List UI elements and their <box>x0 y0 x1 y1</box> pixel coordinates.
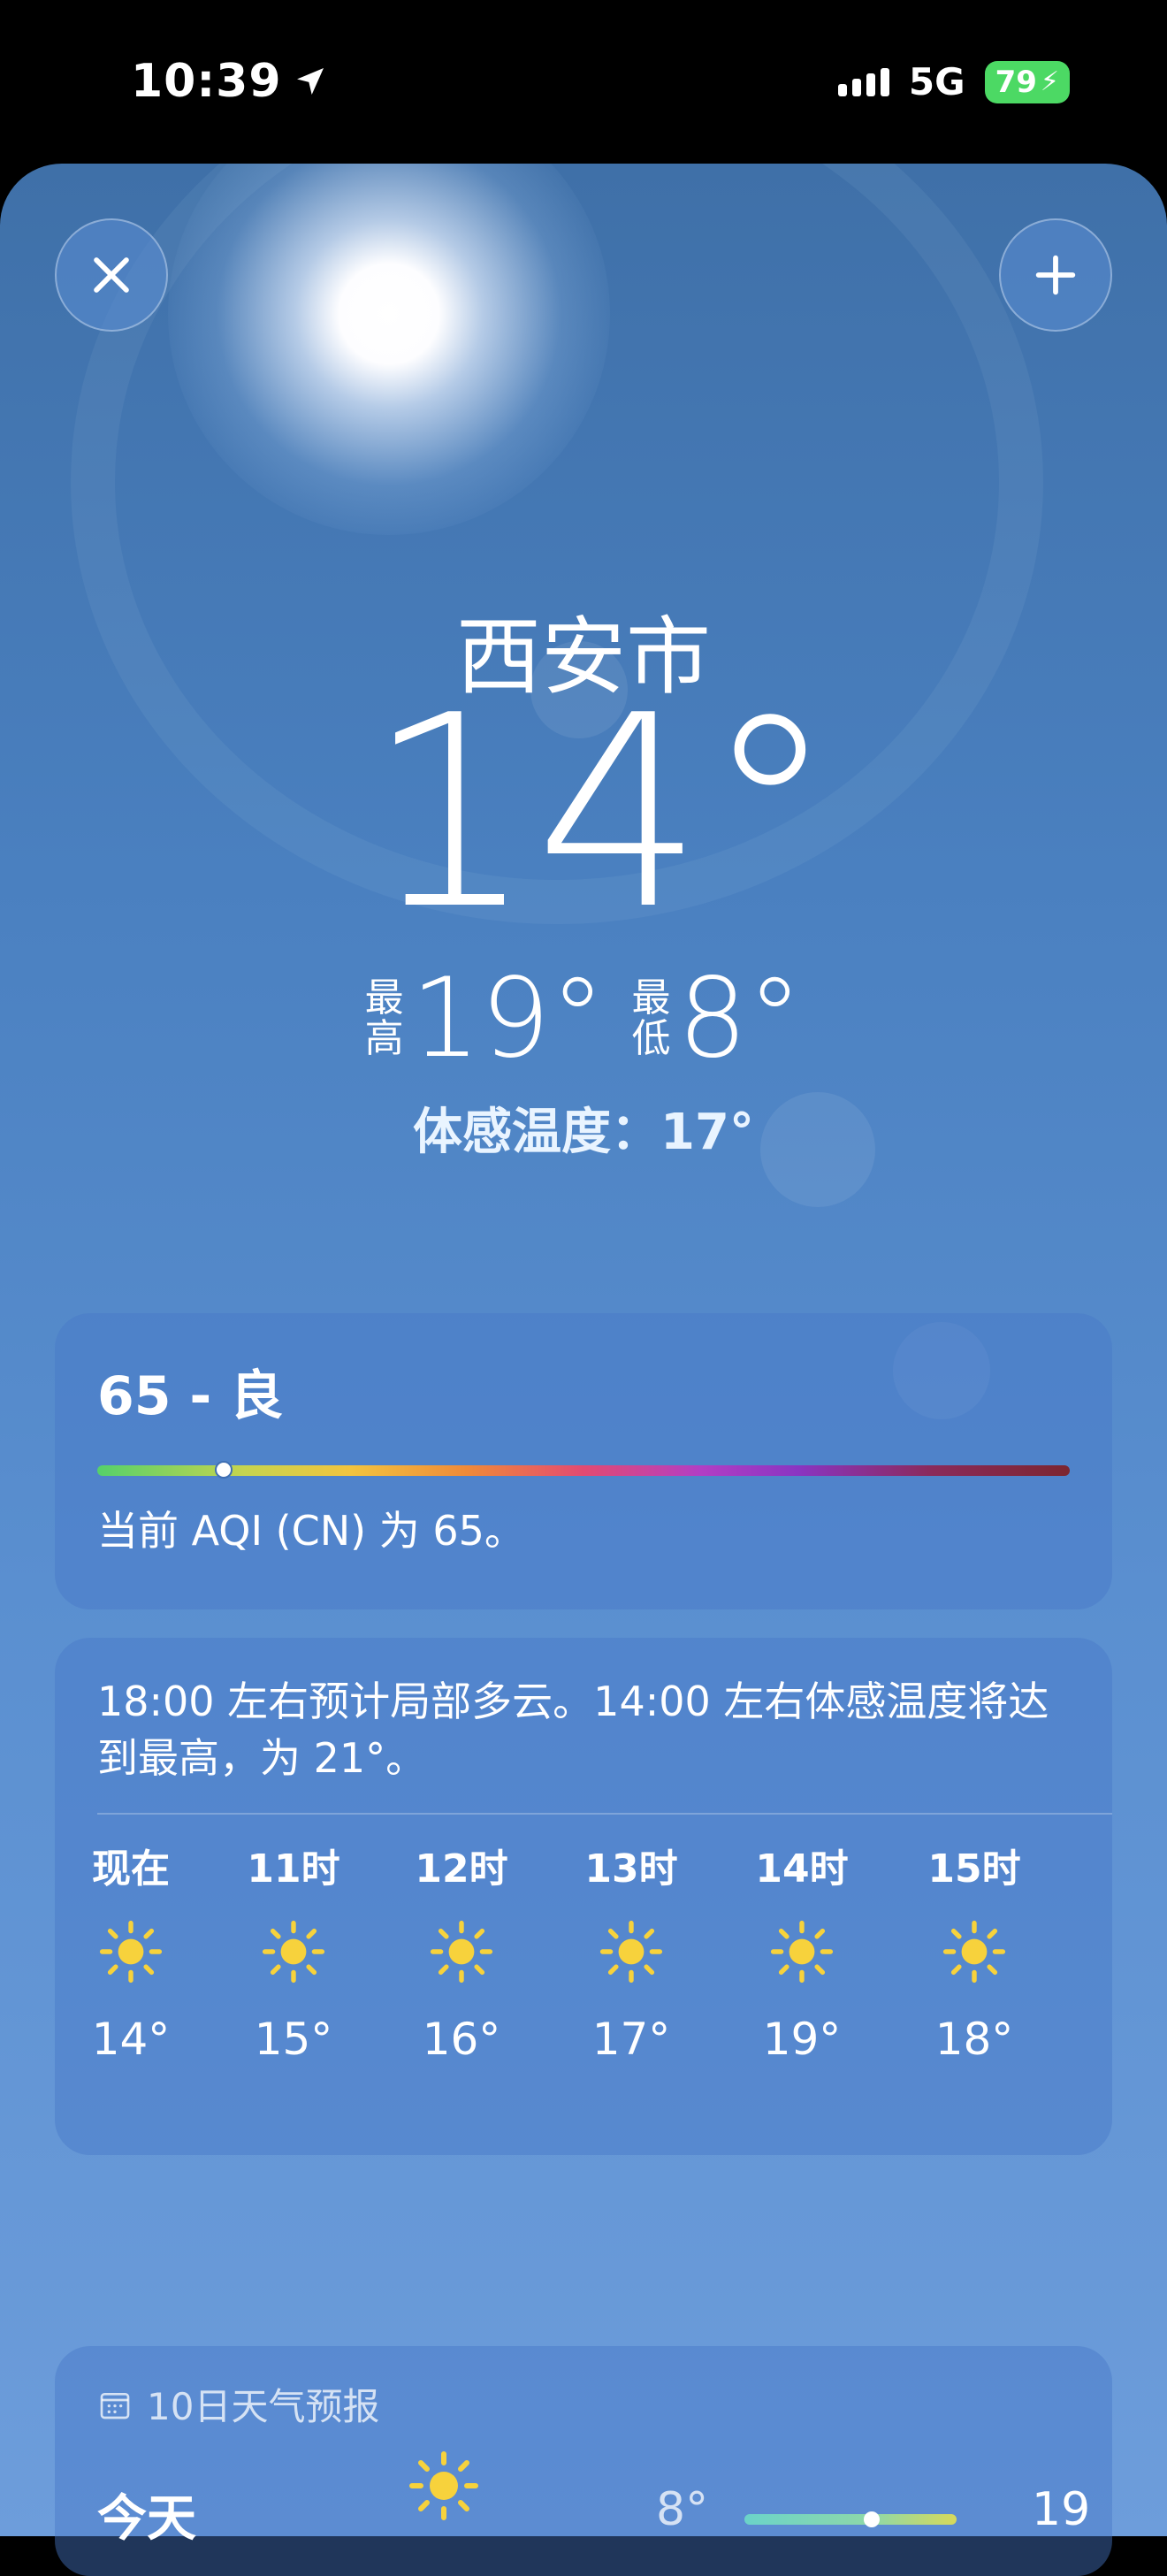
current-temp-dot <box>864 2511 880 2527</box>
plus-icon <box>1035 255 1076 295</box>
time-text: 10:39 <box>131 55 282 108</box>
charging-bolt-icon: ⚡ <box>1040 66 1059 97</box>
ten-day-forecast-card[interactable]: 10日天气预报 今天 8° 19 <box>55 2346 1112 2576</box>
forecast-day-label: 今天 <box>97 2490 196 2548</box>
sun-icon <box>569 1890 693 2014</box>
aqi-scale-bar <box>97 1461 1070 1479</box>
hour-time: 13时 <box>584 1846 678 1892</box>
forecast-high: 19 <box>1032 2483 1091 2536</box>
air-quality-card[interactable]: 65 - 良 当前 AQI (CN) 为 65。 <box>55 1313 1112 1609</box>
sun-icon <box>740 1890 864 2014</box>
hour-time: 14时 <box>755 1846 849 1892</box>
hour-time: 15时 <box>927 1846 1021 1892</box>
high-low-temperatures: 最 高 19° 最 低 8° <box>0 955 1167 1082</box>
low-value: 8° <box>677 955 803 1082</box>
aqi-indicator-dot <box>215 1461 233 1479</box>
forecast-header-label: 10日天气预报 <box>147 2385 380 2428</box>
add-location-button[interactable] <box>999 218 1112 332</box>
hourly-forecast-card[interactable]: 18:00 左右预计局部多云。14:00 左右体感温度将达到最高，为 21°。 … <box>55 1638 1112 2155</box>
low-temperature: 最 低 8° <box>631 955 802 1082</box>
hour-time: 12时 <box>415 1846 508 1892</box>
hourly-summary: 18:00 左右预计局部多云。14:00 左右体感温度将达到最高，为 21°。 <box>97 1678 1049 1783</box>
battery-indicator: 79 ⚡ <box>984 60 1070 103</box>
high-label-line1: 最 <box>364 975 404 1020</box>
divider <box>97 1813 1112 1815</box>
hour-item: 13时 17° <box>569 1837 693 2065</box>
hour-time: 11时 <box>247 1846 340 1892</box>
high-value: 19° <box>410 955 606 1082</box>
aqi-title: 65 - 良 <box>97 1365 284 1427</box>
sun-icon <box>232 1890 355 2014</box>
hour-time: 现在 <box>92 1846 170 1892</box>
cellular-signal-icon <box>837 67 889 96</box>
sun-icon <box>912 1890 1036 2014</box>
low-label: 最 低 <box>631 975 671 1061</box>
forecast-low: 8° <box>656 2483 709 2536</box>
forecast-header: 10日天气预报 <box>97 2377 379 2431</box>
battery-level: 79 <box>995 64 1037 100</box>
sun-icon <box>69 1890 193 2014</box>
hour-item: 15时 18° <box>912 1837 1036 2065</box>
high-label: 最 高 <box>364 975 404 1061</box>
high-label-line2: 高 <box>364 1016 404 1061</box>
feels-like-temperature: 体感温度：17° <box>413 1104 754 1161</box>
hour-item: 11时 15° <box>232 1837 355 2065</box>
current-temperature: 14° <box>366 659 836 967</box>
status-right: 5G 79 ⚡ <box>837 60 1070 103</box>
hour-item: 14时 19° <box>740 1837 864 2065</box>
hour-temperature: 17° <box>591 2014 671 2065</box>
low-label-line2: 低 <box>631 1016 671 1061</box>
calendar-icon <box>100 2392 130 2419</box>
status-time: 10:39 <box>131 55 328 108</box>
location-arrow-icon <box>296 68 324 95</box>
hour-temperature: 16° <box>422 2014 501 2065</box>
low-label-line1: 最 <box>631 975 671 1020</box>
status-bar: 10:39 5G 79 ⚡ <box>0 0 1167 164</box>
close-icon <box>94 257 129 293</box>
high-temperature: 最 高 19° <box>365 955 606 1082</box>
network-type: 5G <box>908 60 965 103</box>
forecast-temp-range-bar <box>744 2511 957 2527</box>
sun-icon <box>408 2450 479 2525</box>
close-button[interactable] <box>55 218 168 332</box>
hour-temperature: 19° <box>762 2014 842 2065</box>
hour-temperature: 15° <box>254 2014 333 2065</box>
hour-temperature: 18° <box>934 2014 1014 2065</box>
hour-item: 现在 14° <box>69 1837 193 2065</box>
hour-item: 12时 16° <box>400 1837 523 2065</box>
aqi-description: 当前 AQI (CN) 为 65。 <box>97 1507 525 1555</box>
sun-icon <box>400 1890 523 2014</box>
hour-temperature: 14° <box>91 2014 171 2065</box>
